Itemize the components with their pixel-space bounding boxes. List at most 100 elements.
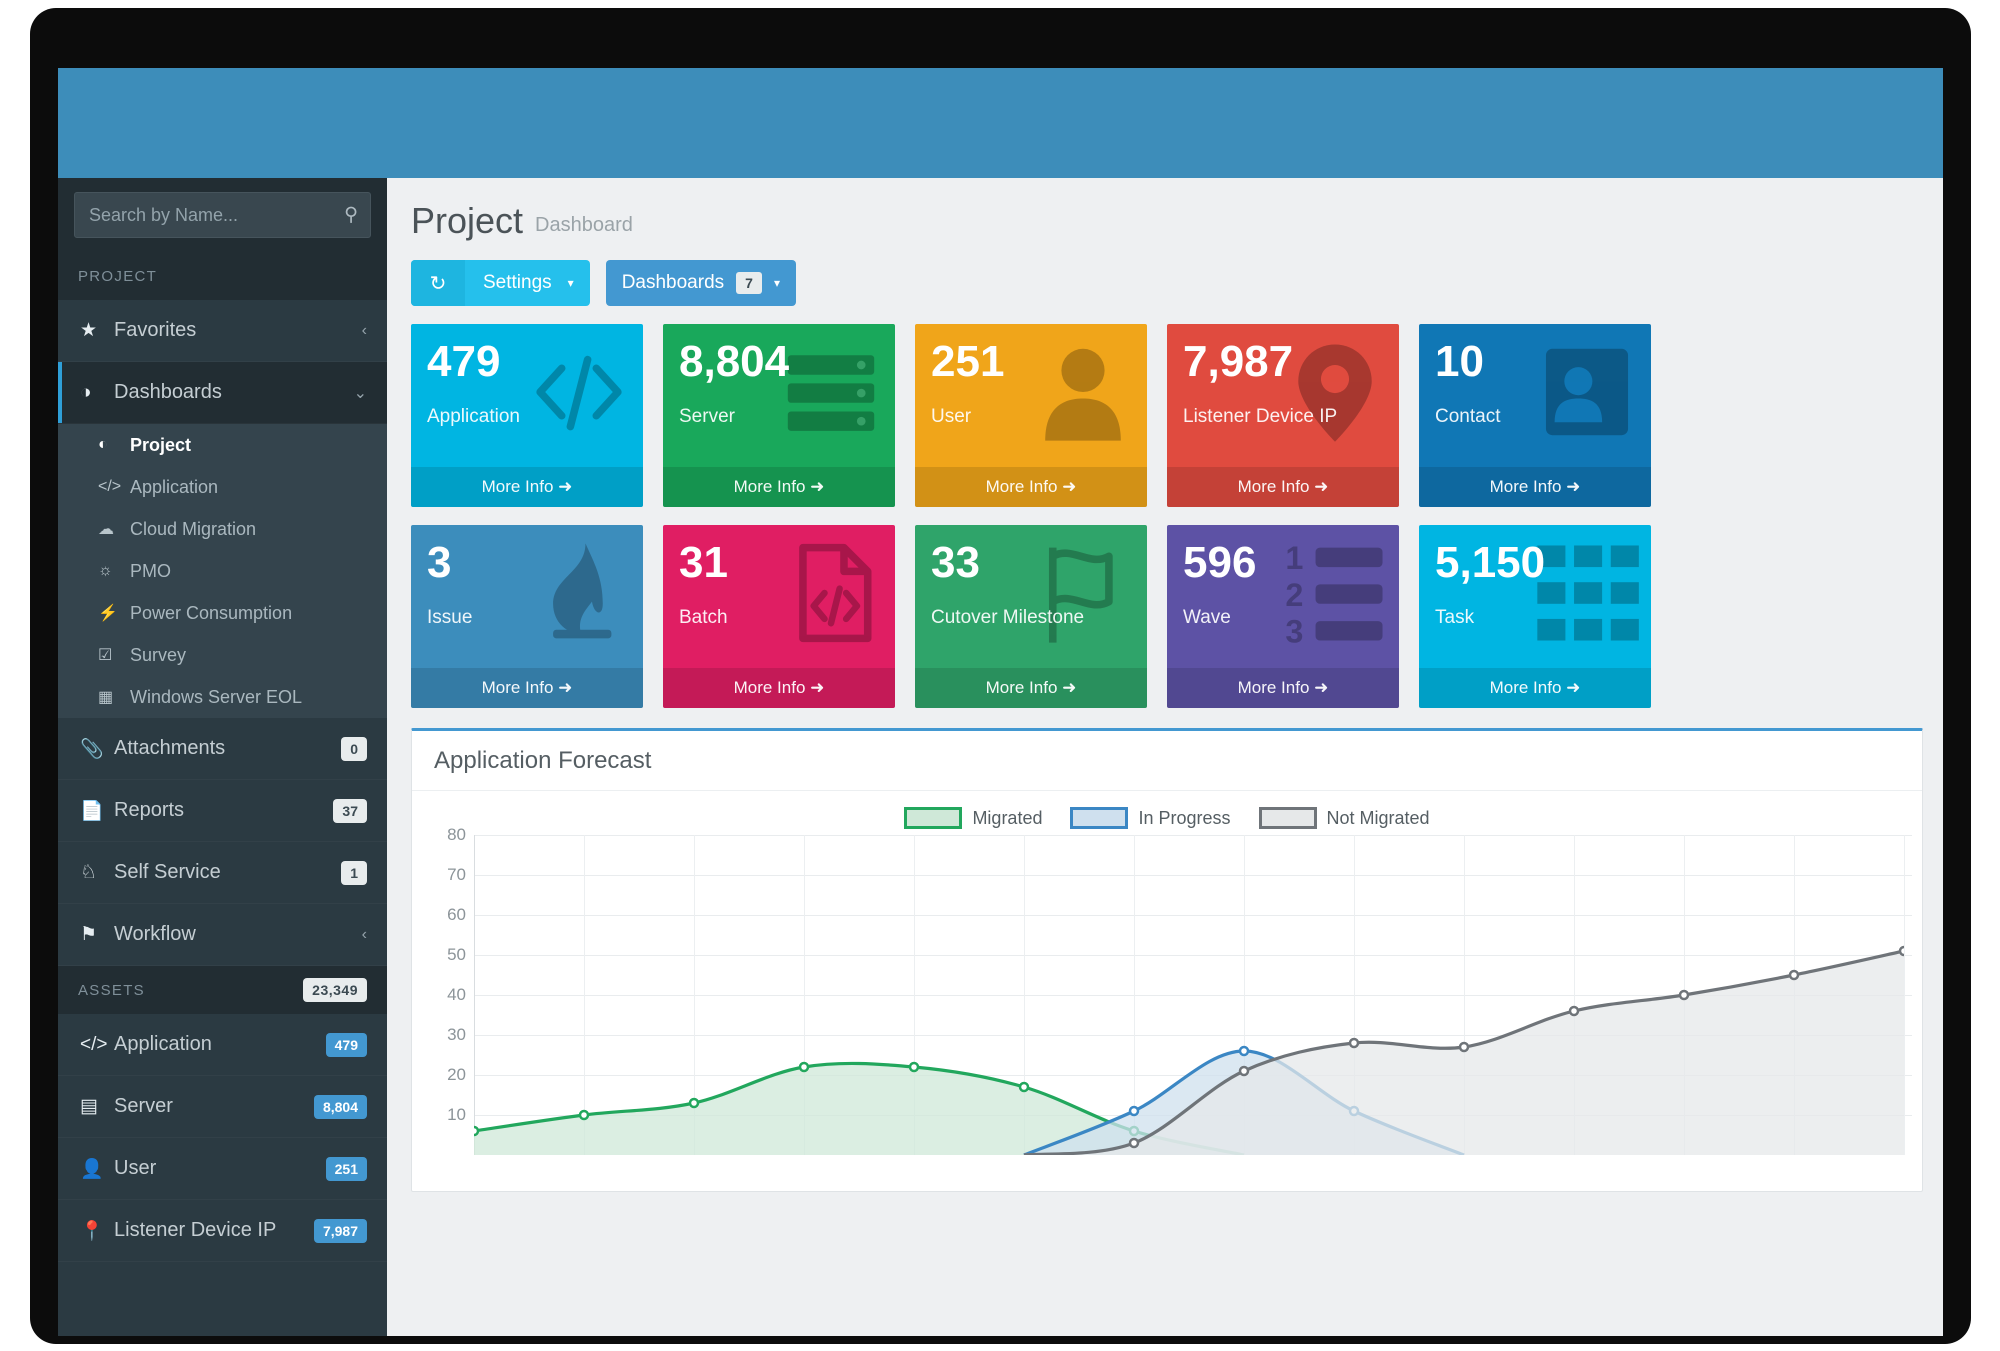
- chart-data-point[interactable]: [1018, 1081, 1030, 1093]
- chart-data-point[interactable]: [1678, 989, 1690, 1001]
- kpi-tile-value: 33: [931, 538, 980, 587]
- legend-item-in-progress[interactable]: In Progress: [1070, 807, 1231, 829]
- sidebar-item-reports[interactable]: 📄 Reports 37: [58, 780, 387, 842]
- sidebar-item-asset-server-label: Server: [114, 1095, 173, 1117]
- flag-icon: ⚑: [80, 924, 98, 945]
- chevron-down-icon: ⌄: [353, 384, 367, 402]
- kpi-tile-user[interactable]: 251 User More Info ➜: [915, 324, 1147, 507]
- more-info-label: More Info: [985, 477, 1058, 496]
- legend-item-migrated[interactable]: Migrated: [904, 807, 1042, 829]
- sidebar-item-windows-server-eol[interactable]: ▦ Windows Server EOL: [58, 676, 387, 718]
- kpi-tile-batch[interactable]: 31 Batch More Info ➜: [663, 525, 895, 708]
- search-input[interactable]: [75, 193, 370, 237]
- more-info-link[interactable]: More Info ➜: [663, 467, 895, 507]
- paperclip-icon: 📎: [80, 738, 104, 760]
- chart-data-point[interactable]: [1788, 969, 1800, 981]
- sidebar-item-cloud-migration[interactable]: ☁ Cloud Migration: [58, 508, 387, 550]
- sidebar-item-asset-server[interactable]: ▤ Server 8,804: [58, 1076, 387, 1138]
- chart-data-point[interactable]: [1238, 1045, 1250, 1057]
- chart-data-point[interactable]: [908, 1061, 920, 1073]
- kpi-tile-wave[interactable]: 1 2 3 596 Wave More Info ➜: [1167, 525, 1399, 708]
- arrow-circle-right-icon: ➜: [1062, 477, 1077, 496]
- sidebar-item-asset-application[interactable]: </> Application 479: [58, 1014, 387, 1076]
- chart-data-point[interactable]: [1238, 1065, 1250, 1077]
- kpi-tile-value: 31: [679, 538, 728, 587]
- sidebar-item-reports-label: Reports: [114, 799, 185, 821]
- y-axis-tick-label: 30: [447, 1025, 466, 1044]
- main-content: Project Dashboard ↻ Settings ▾ Dashboard…: [387, 178, 1943, 1336]
- kpi-tile-value: 479: [427, 337, 501, 386]
- sidebar-item-workflow[interactable]: ⚑ Workflow ‹: [58, 904, 387, 966]
- more-info-link[interactable]: More Info ➜: [1167, 467, 1399, 507]
- sidebar-item-asset-listener-device-ip[interactable]: 📍 Listener Device IP 7,987: [58, 1200, 387, 1262]
- chart-data-point[interactable]: [798, 1061, 810, 1073]
- sidebar-item-pmo-label: PMO: [130, 560, 172, 581]
- sidebar-dashboards-submenu: ◐ Project </> Application ☁ Cloud Migrat…: [58, 424, 387, 718]
- more-info-link[interactable]: More Info ➜: [915, 668, 1147, 708]
- chart-data-point[interactable]: [1128, 1137, 1140, 1149]
- kpi-tile-task[interactable]: 5,150 Task More Info ➜: [1419, 525, 1651, 708]
- kpi-tile-value: 5,150: [1435, 538, 1546, 587]
- sidebar-item-asset-user-badge: 251: [325, 1156, 367, 1181]
- kpi-tile-cutover-milestone[interactable]: 33 Cutover Milestone More Info ➜: [915, 525, 1147, 708]
- chart-data-point[interactable]: [1568, 1005, 1580, 1017]
- code-icon: </>: [98, 478, 122, 495]
- sidebar-item-application[interactable]: </> Application: [58, 466, 387, 508]
- legend-swatch: [1070, 807, 1129, 829]
- kpi-tile-row-1: 479 Application More Info ➜ 8,804 Server More…: [387, 306, 1943, 507]
- application-forecast-panel: Application Forecast Migrated In Progress…: [411, 728, 1923, 1192]
- kpi-tile-label: Issue: [427, 607, 473, 628]
- sidebar-item-favorites-label: Favorites: [114, 319, 197, 341]
- more-info-link[interactable]: More Info ➜: [411, 668, 643, 708]
- chart-data-point[interactable]: [1898, 945, 1904, 957]
- y-axis-tick-label: 10: [447, 1105, 466, 1124]
- sidebar-section-project-label: PROJECT: [78, 267, 158, 285]
- chart-data-point[interactable]: [578, 1109, 590, 1121]
- dashboards-button[interactable]: Dashboards 7 ▾: [605, 260, 796, 306]
- sidebar-item-pmo[interactable]: ☼ PMO: [58, 550, 387, 592]
- sidebar-item-attachments[interactable]: 📎 Attachments 0: [58, 718, 387, 780]
- chart-data-point[interactable]: [1348, 1037, 1360, 1049]
- kpi-tile-contact[interactable]: 10 Contact More Info ➜: [1419, 324, 1651, 507]
- kpi-tile-server[interactable]: 8,804 Server More Info ➜: [663, 324, 895, 507]
- more-info-link[interactable]: More Info ➜: [915, 467, 1147, 507]
- kpi-tile-issue[interactable]: 3 Issue More Info ➜: [411, 525, 643, 708]
- kpi-tile-listener-device-ip[interactable]: 7,987 Listener Device IP More Info ➜: [1167, 324, 1399, 507]
- sidebar-item-project[interactable]: ◐ Project: [58, 424, 387, 466]
- more-info-link[interactable]: More Info ➜: [1419, 467, 1651, 507]
- chart-data-point[interactable]: [1458, 1041, 1470, 1053]
- sidebar-item-dashboards-label: Dashboards: [114, 381, 222, 403]
- sidebar-item-power-consumption[interactable]: ⚡ Power Consumption: [58, 592, 387, 634]
- settings-button[interactable]: ↻ Settings ▾: [411, 260, 590, 306]
- y-axis-tick-label: 70: [447, 865, 466, 884]
- more-info-link[interactable]: More Info ➜: [1167, 668, 1399, 708]
- sidebar-item-self-service[interactable]: ♘ Self Service 1: [58, 842, 387, 904]
- search-box[interactable]: ⚲: [74, 192, 371, 238]
- code-icon: </>: [80, 1033, 108, 1055]
- chart-data-point[interactable]: [688, 1097, 700, 1109]
- more-info-link[interactable]: More Info ➜: [411, 467, 643, 507]
- kpi-tile-application[interactable]: 479 Application More Info ➜: [411, 324, 643, 507]
- sidebar-item-asset-user[interactable]: 👤 User 251: [58, 1138, 387, 1200]
- dashboards-button-badge: 7: [736, 272, 762, 294]
- search-icon[interactable]: ⚲: [344, 204, 358, 227]
- sidebar-item-survey[interactable]: ☑ Survey: [58, 634, 387, 676]
- top-blue-bar: [58, 68, 1943, 178]
- more-info-link[interactable]: More Info ➜: [663, 668, 895, 708]
- sidebar-item-favorites[interactable]: ★ Favorites ‹: [58, 300, 387, 362]
- more-info-link[interactable]: More Info ➜: [1419, 668, 1651, 708]
- legend-item-not-migrated[interactable]: Not Migrated: [1258, 807, 1430, 829]
- kpi-tile-label: Listener Device IP: [1183, 406, 1338, 427]
- sidebar-item-dashboards[interactable]: ◑ Dashboards ⌄: [58, 362, 387, 424]
- sidebar-item-windows-server-eol-label: Windows Server EOL: [130, 686, 303, 707]
- user-icon: [1029, 338, 1137, 446]
- chart-data-point[interactable]: [474, 1125, 480, 1137]
- arrow-circle-right-icon: ➜: [1566, 678, 1581, 697]
- chart-data-point[interactable]: [1128, 1105, 1140, 1117]
- refresh-icon[interactable]: ↻: [411, 260, 465, 306]
- sidebar-item-asset-application-badge: 479: [325, 1032, 367, 1057]
- arrow-circle-right-icon: ➜: [810, 678, 825, 697]
- cloud-icon: ☁: [98, 521, 114, 538]
- kpi-tile-label: Contact: [1435, 406, 1501, 427]
- kpi-tile-label: Application: [427, 406, 520, 427]
